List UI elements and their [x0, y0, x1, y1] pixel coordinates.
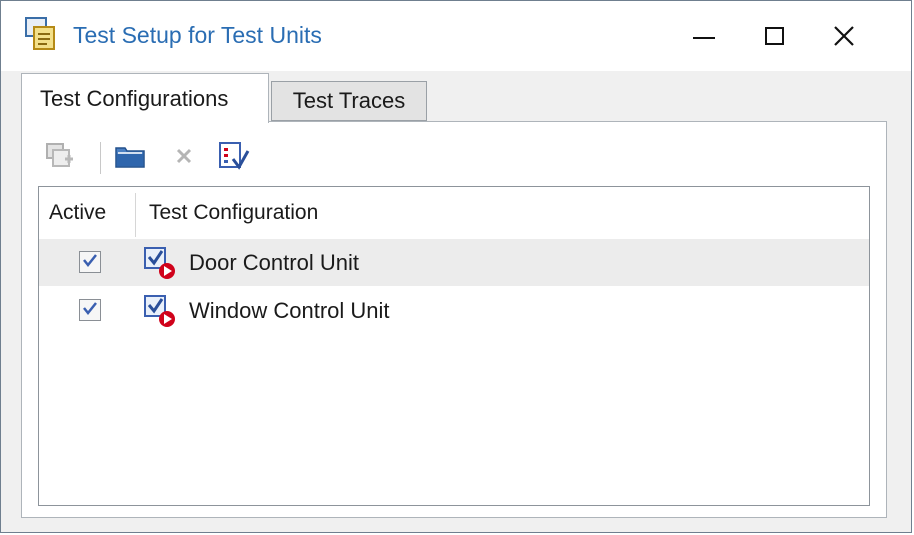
- column-header-label: Test Configuration: [149, 201, 319, 224]
- close-icon: [833, 25, 855, 47]
- delete-button[interactable]: [168, 142, 200, 174]
- test-configurations-panel: Active Test Configuration Door Control U…: [21, 121, 887, 518]
- active-checkbox[interactable]: [79, 251, 101, 273]
- toolbar: [40, 138, 340, 178]
- column-header-label: Active: [49, 201, 107, 224]
- open-folder-icon: [114, 142, 146, 175]
- toolbar-separator: [100, 142, 101, 174]
- minimize-icon: [693, 33, 715, 39]
- check-configurations-button[interactable]: [218, 141, 250, 176]
- maximize-button[interactable]: [739, 9, 809, 63]
- tab-label: Test Traces: [292, 88, 406, 113]
- test-configuration-name: Window Control Unit: [189, 297, 390, 323]
- column-divider[interactable]: [135, 193, 136, 237]
- add-configuration-button[interactable]: [44, 142, 76, 174]
- minimize-button[interactable]: [669, 9, 739, 63]
- maximize-icon: [764, 27, 784, 45]
- tab-test-configurations[interactable]: Test Configurations: [21, 73, 269, 123]
- tab-label: Test Configurations: [40, 85, 229, 111]
- checkmark-icon: [82, 252, 98, 273]
- test-configuration-icon: [143, 246, 177, 280]
- open-button[interactable]: [114, 142, 146, 174]
- test-setup-icon: [25, 17, 59, 53]
- test-configuration-grid: Active Test Configuration Door Control U…: [38, 186, 870, 506]
- test-setup-window: Test Setup for Test Units Test Configura…: [0, 0, 912, 533]
- add-configuration-icon: [45, 141, 75, 176]
- grid-header: Active Test Configuration: [39, 187, 869, 239]
- table-row[interactable]: Window Control Unit: [39, 287, 869, 334]
- column-header-test-configuration[interactable]: Test Configuration: [149, 187, 318, 239]
- close-button[interactable]: [809, 9, 879, 63]
- test-configuration-name: Door Control Unit: [189, 249, 359, 275]
- window-title: Test Setup for Test Units: [73, 22, 322, 48]
- title-bar[interactable]: Test Setup for Test Units: [1, 1, 911, 71]
- delete-icon: [173, 145, 195, 172]
- active-checkbox[interactable]: [79, 299, 101, 321]
- tab-test-traces[interactable]: Test Traces: [271, 81, 427, 121]
- table-row[interactable]: Door Control Unit: [39, 239, 869, 286]
- test-configuration-icon: [143, 294, 177, 328]
- check-list-icon: [218, 141, 250, 176]
- column-header-active[interactable]: Active: [49, 187, 135, 239]
- checkmark-icon: [82, 300, 98, 321]
